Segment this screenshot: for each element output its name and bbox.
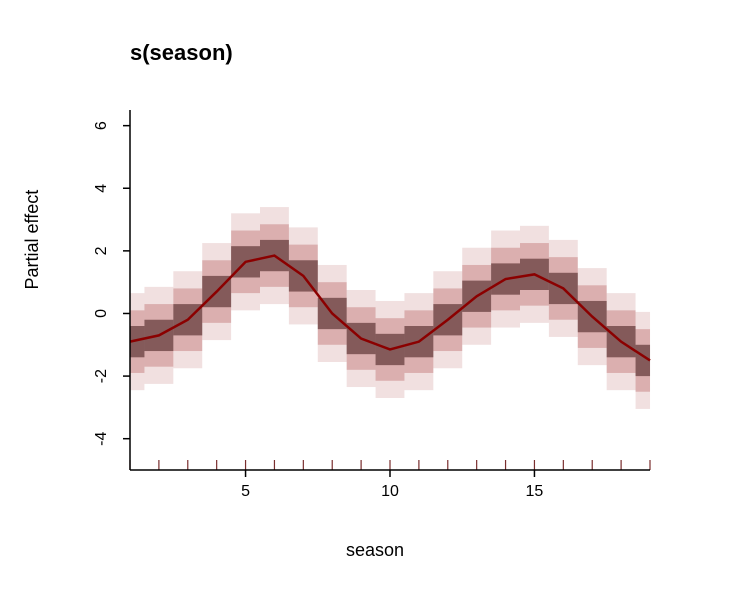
svg-text:6: 6: [93, 121, 110, 130]
svg-text:-2: -2: [93, 369, 110, 383]
svg-text:0: 0: [93, 309, 110, 318]
svg-text:10: 10: [381, 483, 399, 500]
svg-text:15: 15: [526, 483, 544, 500]
chart-stage: s(season) Partial effect season -4-20246…: [0, 0, 750, 600]
y-ticks: -4 -2 0 2 4 6: [93, 121, 130, 446]
plot-svg: -4 -2 0 2 4 6 5 10 15: [0, 0, 750, 600]
svg-text:2: 2: [93, 246, 110, 255]
svg-text:5: 5: [241, 483, 250, 500]
svg-text:4: 4: [93, 184, 110, 193]
x-ticks: 5 10 15: [241, 470, 543, 500]
rug-marks: [130, 460, 650, 470]
svg-text:-4: -4: [93, 431, 110, 445]
